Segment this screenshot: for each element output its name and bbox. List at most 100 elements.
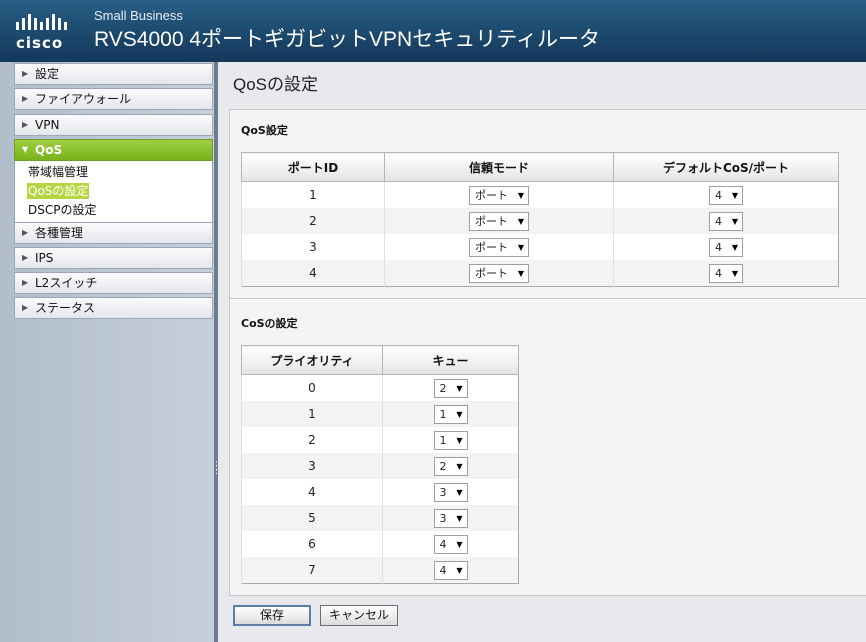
cos-table: プライオリティ キュー 0 2 ▼ 1 1 ▼ 2 1 ▼ 3 2 ▼ 4 3 ▼ 5 3… [241, 345, 519, 584]
table-row: 2 ポート ▼ 4 ▼ [241, 208, 839, 234]
column-header-port-id: ポートID [241, 152, 385, 182]
submenu-bandwidth-management[interactable]: 帯域幅管理 [27, 164, 89, 180]
app-header: cisco Small Business RVS4000 4ポートギガビットVP… [0, 0, 866, 62]
sidebar-item-ips[interactable]: ▶ IPS [14, 247, 213, 269]
dropdown-arrow-icon: ▼ [456, 435, 463, 445]
expand-arrow-icon: ▶ [22, 303, 29, 312]
dropdown-arrow-icon: ▼ [731, 216, 738, 226]
default-cos-select[interactable]: 4 ▼ [709, 185, 743, 205]
table-row: 0 2 ▼ [241, 374, 519, 401]
submenu-dscp-settings[interactable]: DSCPの設定 [27, 202, 97, 218]
trust-mode-select[interactable]: ポート ▼ [469, 263, 529, 283]
sidebar-item-firewall[interactable]: ▶ ファイアウォール [14, 88, 213, 110]
expand-arrow-icon: ▶ [22, 120, 29, 129]
priority-cell: 7 [241, 557, 383, 584]
queue-select[interactable]: 3 ▼ [433, 482, 468, 502]
dropdown-arrow-icon: ▼ [731, 242, 738, 252]
sidebar-item-l2-switch[interactable]: ▶ L2スイッチ [14, 272, 213, 294]
expand-arrow-icon: ▶ [22, 228, 29, 237]
resize-grip-icon[interactable]: ::: [215, 460, 218, 480]
table-row: 2 1 ▼ [241, 427, 519, 453]
dropdown-arrow-icon: ▼ [456, 461, 463, 471]
queue-select[interactable]: 4 ▼ [433, 560, 468, 580]
dropdown-arrow-icon: ▼ [456, 383, 463, 393]
column-header-queue: キュー [382, 345, 519, 375]
collapse-arrow-icon: ▼ [22, 145, 29, 154]
sidebar-item-label: QoS [35, 143, 63, 157]
sidebar-item-status[interactable]: ▶ ステータス [14, 297, 213, 319]
priority-cell: 1 [241, 401, 383, 427]
queue-select[interactable]: 1 ▼ [433, 430, 468, 450]
trust-mode-select[interactable]: ポート ▼ [469, 211, 529, 231]
qos-section-title: QoS設定 [241, 124, 288, 137]
expand-arrow-icon: ▶ [22, 94, 29, 103]
sidebar-item-label: VPN [35, 118, 60, 132]
default-cos-select[interactable]: 4 ▼ [709, 237, 743, 257]
queue-select[interactable]: 1 ▼ [433, 404, 468, 424]
table-row: 4 ポート ▼ 4 ▼ [241, 260, 839, 287]
table-header-row: ポートID 信頼モード デフォルトCoS/ポート [241, 152, 839, 182]
sidebar-item-administration[interactable]: ▶ 各種管理 [14, 222, 213, 244]
table-row: 4 3 ▼ [241, 479, 519, 505]
page-title: QoSの設定 [233, 75, 319, 94]
cancel-button[interactable]: キャンセル [320, 605, 398, 626]
column-header-trust-mode: 信頼モード [384, 152, 614, 182]
table-row: 5 3 ▼ [241, 505, 519, 531]
sidebar-item-vpn[interactable]: ▶ VPN [14, 114, 213, 136]
sidebar-item-settings[interactable]: ▶ 設定 [14, 63, 213, 85]
trust-mode-select[interactable]: ポート ▼ [469, 237, 529, 257]
logo-text: cisco [16, 34, 64, 52]
dropdown-arrow-icon: ▼ [517, 216, 524, 226]
dropdown-arrow-icon: ▼ [456, 487, 463, 497]
sidebar-item-label: ステータス [35, 301, 96, 315]
cisco-logo: cisco [16, 8, 78, 52]
dropdown-arrow-icon: ▼ [731, 268, 738, 278]
default-cos-select[interactable]: 4 ▼ [709, 263, 743, 283]
sidebar-item-label: 設定 [35, 67, 60, 81]
dropdown-arrow-icon: ▼ [456, 513, 463, 523]
sidebar-item-label: L2スイッチ [35, 276, 98, 290]
dropdown-arrow-icon: ▼ [517, 268, 524, 278]
default-cos-select[interactable]: 4 ▼ [709, 211, 743, 231]
table-row: 7 4 ▼ [241, 557, 519, 584]
product-title: RVS4000 4ポートギガビットVPNセキュリティルータ [94, 28, 600, 51]
expand-arrow-icon: ▶ [22, 69, 29, 78]
submenu-qos-settings[interactable]: QoSの設定 [27, 183, 90, 199]
column-header-default-cos: デフォルトCoS/ポート [613, 152, 839, 182]
table-row: 1 ポート ▼ 4 ▼ [241, 181, 839, 208]
queue-select[interactable]: 2 ▼ [433, 378, 468, 398]
dropdown-arrow-icon: ▼ [731, 190, 738, 200]
dropdown-arrow-icon: ▼ [456, 565, 463, 575]
priority-cell: 2 [241, 427, 383, 453]
port-id-cell: 1 [241, 181, 385, 208]
sidebar-item-label: IPS [35, 251, 54, 265]
column-header-priority: プライオリティ [241, 345, 383, 375]
cos-section-title: CoSの設定 [241, 317, 298, 330]
queue-select[interactable]: 4 ▼ [433, 534, 468, 554]
port-id-cell: 2 [241, 208, 385, 234]
qos-submenu: 帯域幅管理 QoSの設定 DSCPの設定 [14, 161, 213, 223]
table-row: 3 2 ▼ [241, 453, 519, 479]
expand-arrow-icon: ▶ [22, 278, 29, 287]
table-row: 6 4 ▼ [241, 531, 519, 557]
table-row: 3 ポート ▼ 4 ▼ [241, 234, 839, 260]
trust-mode-select[interactable]: ポート ▼ [469, 185, 529, 205]
section-divider [229, 298, 866, 299]
port-id-cell: 4 [241, 260, 385, 287]
dropdown-arrow-icon: ▼ [456, 409, 463, 419]
save-button[interactable]: 保存 [233, 605, 311, 626]
queue-select[interactable]: 2 ▼ [433, 456, 468, 476]
sidebar-item-qos[interactable]: ▼ QoS [14, 139, 213, 161]
sidebar-item-label: 各種管理 [35, 226, 84, 240]
priority-cell: 5 [241, 505, 383, 531]
dropdown-arrow-icon: ▼ [456, 539, 463, 549]
table-row: 1 1 ▼ [241, 401, 519, 427]
queue-select[interactable]: 3 ▼ [433, 508, 468, 528]
expand-arrow-icon: ▶ [22, 253, 29, 262]
qos-table: ポートID 信頼モード デフォルトCoS/ポート 1 ポート ▼ 4 ▼ 2 ポート… [241, 152, 839, 287]
priority-cell: 6 [241, 531, 383, 557]
priority-cell: 4 [241, 479, 383, 505]
table-header-row: プライオリティ キュー [241, 345, 519, 375]
dropdown-arrow-icon: ▼ [517, 190, 524, 200]
priority-cell: 3 [241, 453, 383, 479]
